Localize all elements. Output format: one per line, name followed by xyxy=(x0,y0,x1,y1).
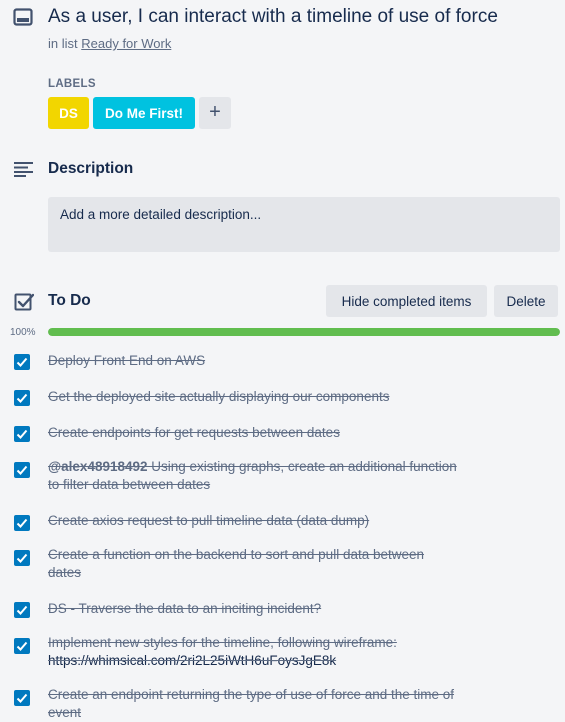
labels-heading: LABELS xyxy=(48,78,96,90)
checkbox-checked[interactable] xyxy=(14,638,30,654)
card-detail: As a user, I can interact with a timelin… xyxy=(0,0,565,722)
description-icon xyxy=(14,162,33,177)
checkbox-checked[interactable] xyxy=(14,602,30,618)
checklist-item-text[interactable]: Create axios request to pull timeline da… xyxy=(48,512,488,530)
checkbox-checked[interactable] xyxy=(14,690,30,706)
delete-checklist-button[interactable]: Delete xyxy=(494,285,558,317)
card-icon xyxy=(13,8,33,26)
hide-completed-button[interactable]: Hide completed items xyxy=(326,285,487,317)
progress-bar xyxy=(48,328,560,336)
label-ds[interactable]: DS xyxy=(48,97,89,129)
list-link[interactable]: Ready for Work xyxy=(81,36,171,51)
checklist-item-text[interactable]: Deploy Front End on AWS xyxy=(48,352,488,370)
list-info: in list Ready for Work xyxy=(48,36,171,51)
add-label-button[interactable]: + xyxy=(199,97,231,129)
checklist-item-text[interactable]: @alex48918492 Using existing graphs, cre… xyxy=(48,458,488,494)
check-icon xyxy=(16,693,28,703)
check-icon xyxy=(16,641,28,651)
card-title[interactable]: As a user, I can interact with a timelin… xyxy=(48,5,498,29)
description-heading: Description xyxy=(48,160,134,177)
label-do-me-first[interactable]: Do Me First! xyxy=(93,97,195,129)
wireframe-link[interactable]: https://whimsical.com/2ri2L25iWtH6uFoysJ… xyxy=(48,653,336,668)
checkbox-checked[interactable] xyxy=(14,550,30,566)
progress-fill xyxy=(48,328,560,336)
checklist-heading: To Do xyxy=(48,292,91,309)
checklist-icon xyxy=(14,293,34,311)
checklist-item-text[interactable]: DS - Traverse the data to an inciting in… xyxy=(48,600,488,618)
checklist-item-text[interactable]: Create a function on the backend to sort… xyxy=(48,546,488,582)
checkbox-checked[interactable] xyxy=(14,462,30,478)
checklist-item-text[interactable]: Create an endpoint returning the type of… xyxy=(48,686,488,722)
user-mention[interactable]: @alex48918492 xyxy=(48,459,148,474)
checkbox-checked[interactable] xyxy=(14,426,30,442)
check-icon xyxy=(16,429,28,439)
description-input[interactable]: Add a more detailed description... xyxy=(48,197,560,252)
in-list-prefix: in list xyxy=(48,36,78,51)
check-icon xyxy=(16,605,28,615)
check-icon xyxy=(16,357,28,367)
checkbox-checked[interactable] xyxy=(14,515,30,531)
check-icon xyxy=(16,465,28,475)
checkbox-checked[interactable] xyxy=(14,354,30,370)
checklist-item-text[interactable]: Get the deployed site actually displayin… xyxy=(48,388,488,406)
check-icon xyxy=(16,553,28,563)
progress-percent: 100% xyxy=(10,327,36,338)
check-icon xyxy=(16,393,28,403)
checklist-item-text[interactable]: Create endpoints for get requests betwee… xyxy=(48,424,488,442)
checklist-item-text[interactable]: Implement new styles for the timeline, f… xyxy=(48,634,488,670)
check-icon xyxy=(16,518,28,528)
checkbox-checked[interactable] xyxy=(14,390,30,406)
